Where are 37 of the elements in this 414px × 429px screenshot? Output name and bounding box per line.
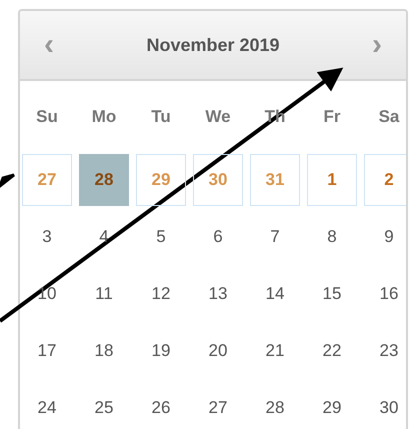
day-cell[interactable]: 12	[136, 268, 186, 320]
day-cell[interactable]: 8	[307, 211, 357, 263]
day-cell[interactable]: 3	[22, 211, 72, 263]
day-cell[interactable]: 21	[250, 325, 300, 377]
day-cell[interactable]: 20	[193, 325, 243, 377]
day-cell[interactable]: 7	[250, 211, 300, 263]
day-cell[interactable]: 23	[364, 325, 406, 377]
day-cell[interactable]: 16	[364, 268, 406, 320]
weekday-label: Mo	[90, 106, 118, 128]
day-cell[interactable]: 13	[193, 268, 243, 320]
day-cell[interactable]: 27	[193, 382, 243, 429]
day-cell[interactable]: 2	[364, 154, 406, 206]
day-cell[interactable]: 10	[22, 268, 72, 320]
day-cell[interactable]: 22	[307, 325, 357, 377]
day-cell[interactable]: 30	[364, 382, 406, 429]
weekday-label: Su	[35, 106, 59, 128]
day-cell[interactable]: 1	[307, 154, 357, 206]
day-cell[interactable]: 29	[307, 382, 357, 429]
day-cell[interactable]: 4	[79, 211, 129, 263]
day-cell[interactable]: 5	[136, 211, 186, 263]
weekday-label: We	[204, 106, 232, 128]
day-cell[interactable]: 6	[193, 211, 243, 263]
day-cell[interactable]: 11	[79, 268, 129, 320]
day-cell[interactable]: 15	[307, 268, 357, 320]
day-cell[interactable]: 14	[250, 268, 300, 320]
day-cell[interactable]: 25	[79, 382, 129, 429]
day-cell[interactable]: 17	[22, 325, 72, 377]
weekday-label: Sa	[378, 106, 400, 128]
day-cell[interactable]: 28	[250, 382, 300, 429]
weekday-label: Fr	[322, 106, 342, 128]
month-title: November 2019	[146, 34, 280, 56]
day-cell[interactable]: 19	[136, 325, 186, 377]
day-cell[interactable]: 24	[22, 382, 72, 429]
day-cell[interactable]: 18	[79, 325, 129, 377]
day-cell[interactable]: 9	[364, 211, 406, 263]
weekday-label: Tu	[150, 106, 172, 128]
day-cell[interactable]: 26	[136, 382, 186, 429]
